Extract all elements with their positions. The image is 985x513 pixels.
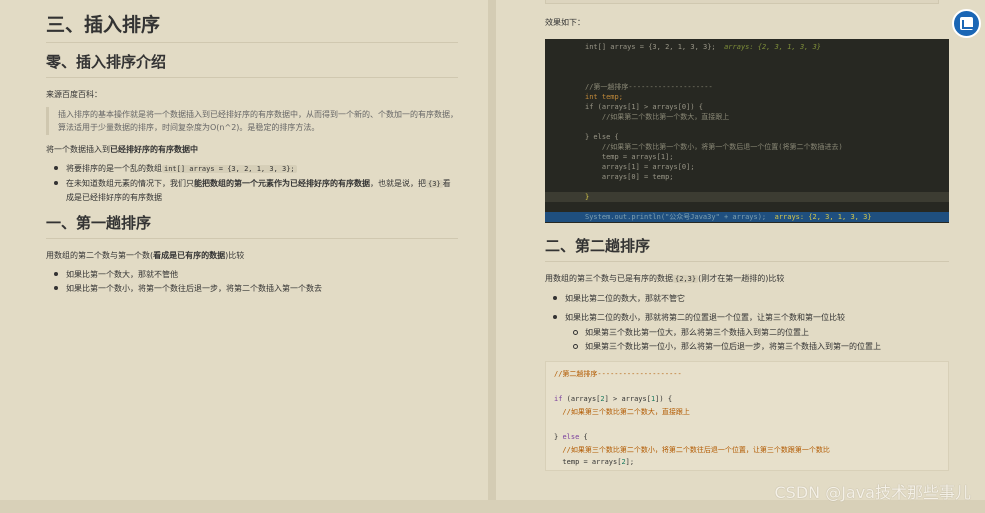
code-line: int temp; bbox=[585, 93, 623, 101]
right-page: 效果如下： int[] arrays = {3, 2, 1, 3, 3}; ar… bbox=[496, 0, 985, 500]
list-item: 如果第三个数比第一位大，那么将第三个数插入到第二的位置上 bbox=[545, 326, 949, 339]
code-line: int[] arrays = {3, 2, 1, 3, 3}; arrays: … bbox=[585, 43, 822, 51]
app-logo-icon bbox=[960, 17, 973, 30]
code-line: temp = arrays[1]; bbox=[585, 153, 674, 161]
code-line: //如果第二个数比第一个数大，直接跟上 bbox=[585, 113, 730, 121]
code-line: } else { bbox=[585, 133, 619, 141]
source-label: 来源百度百科： bbox=[46, 90, 102, 99]
code-line: temp = arrays[2]; bbox=[554, 458, 635, 467]
code-line: if (arrays[1] > arrays[0]) { bbox=[585, 103, 704, 111]
code-line: //如果第二个数比第一个数小，将第一个数后退一个位置(将第二个数插进去) bbox=[585, 143, 843, 151]
code-line: //如果第三个数比第二个数大，直接跟上 bbox=[554, 407, 690, 416]
code-line: //第二趟排序-------------------- bbox=[554, 370, 682, 378]
code-line: arrays[1] = arrays[0]; bbox=[585, 163, 695, 171]
section-title-insertion-sort: 三、插入排序 bbox=[46, 10, 458, 43]
list-item: 如果比第二位的数大，那就不管它 bbox=[545, 292, 949, 305]
heading-second-pass: 二、第二趟排序 bbox=[545, 235, 949, 262]
quote-baidu: 插入排序的基本操作就是将一个数据插入到已经排好序的有序数据中，从而得到一个新的、… bbox=[46, 107, 458, 135]
code-line: arrays[0] = temp; bbox=[585, 173, 674, 181]
csdn-watermark: CSDN @Java技术那些事儿 bbox=[774, 483, 971, 502]
para-first-pass: 用数组的第二个数与第一个数(看成是已有序的数据)比较 bbox=[46, 251, 245, 260]
intro-list: 将要排序的是一个乱的数组 int[] arrays = {3, 2, 1, 3, … bbox=[46, 162, 458, 204]
left-page: 三、插入排序 零、插入排序介绍 来源百度百科： 插入排序的基本操作就是将一个数据… bbox=[0, 0, 488, 500]
list-item: 如果比第一个数大，那就不管他 bbox=[46, 268, 458, 281]
heading-first-pass: 一、第一趟排序 bbox=[46, 212, 458, 239]
code-line: } bbox=[545, 192, 949, 202]
list-item: 在未知道数组元素的情况下，我们只能把数组的第一个元素作为已经排好序的有序数据，也… bbox=[46, 177, 458, 204]
heading-intro: 零、插入排序介绍 bbox=[46, 51, 458, 78]
code-block-second-pass: //第二趟排序-------------------- if (arrays[2… bbox=[545, 361, 949, 471]
second-pass-sublist: 如果第三个数比第一位大，那么将第三个数插入到第二的位置上 如果第三个数比第一位小… bbox=[545, 326, 949, 353]
second-pass-list: 如果比第二位的数大，那就不管它 如果比第二位的数小，那就将第二的位置退一个位置，… bbox=[545, 292, 949, 324]
code-line: } else { bbox=[554, 432, 588, 441]
code-line: if (arrays[2] > arrays[1]) { bbox=[554, 395, 673, 404]
page-gutter bbox=[488, 0, 496, 513]
para-second-pass: 用数组的第三个数与已是有序的数据 {2,3} (刚才在第一趟排的)比较 bbox=[545, 274, 785, 283]
ide-code-screenshot: int[] arrays = {3, 2, 1, 3, 3}; arrays: … bbox=[545, 39, 949, 223]
list-item: 如果比第二位的数小，那就将第二的位置退一个位置，让第三个数和第一位比较 bbox=[545, 311, 949, 324]
first-pass-list: 如果比第一个数大，那就不管他 如果比第一个数小，将第一个数往后退一步，将第二个数… bbox=[46, 268, 458, 295]
floating-action-button[interactable] bbox=[952, 9, 981, 38]
code-line: //如果第三个数比第二个数小，将第二个数往后退一个位置，让第三个数跟第一个数比 bbox=[554, 445, 830, 454]
para-insert: 将一个数据插入到已经排好序的有序数据中 bbox=[46, 145, 198, 154]
list-item: 如果比第一个数小，将第一个数往后退一步，将第二个数插入第一个数去 bbox=[46, 282, 458, 295]
code-line: //第一趟排序-------------------- bbox=[585, 83, 713, 91]
code-line-selected: System.out.println("公众号Java3y" + arrays)… bbox=[545, 212, 949, 222]
list-item: 将要排序的是一个乱的数组 int[] arrays = {3, 2, 1, 3, … bbox=[46, 162, 458, 176]
previous-block-edge bbox=[545, 0, 939, 4]
effect-label: 效果如下： bbox=[545, 18, 585, 27]
list-item: 如果第三个数比第一位小，那么将第一位后退一步，将第三个数插入到第一的位置上 bbox=[545, 340, 949, 353]
